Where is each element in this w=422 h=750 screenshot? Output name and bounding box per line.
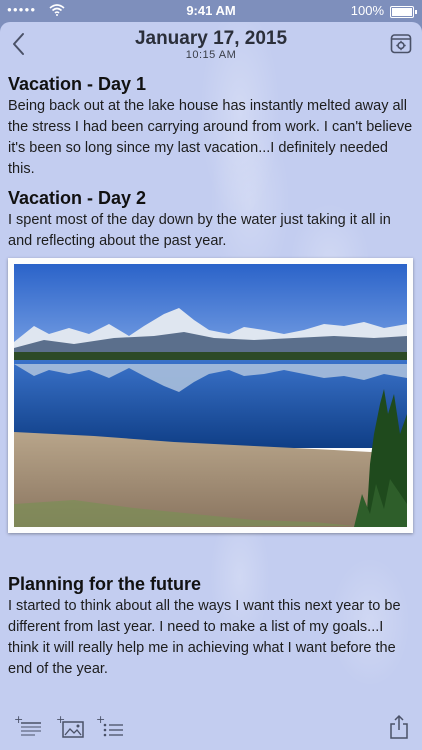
share-button[interactable] [388, 714, 410, 740]
lake-photo[interactable] [14, 264, 407, 527]
entry-3: Planning for the future I started to thi… [8, 572, 414, 686]
entry-title-1[interactable]: Vacation - Day 1 [8, 72, 414, 96]
entry-body-1[interactable]: Being back out at the lake house has ins… [8, 96, 414, 180]
battery-percent: 100% [350, 3, 384, 18]
entry-time: 10:15 AM [185, 49, 237, 61]
add-text-button[interactable]: + [14, 714, 42, 740]
entry-title-2[interactable]: Vacation - Day 2 [8, 186, 414, 210]
journal-page: January 17, 2015 10:15 AM Vacation - Day… [0, 22, 422, 750]
svg-text:+: + [96, 714, 105, 726]
entry-body-2[interactable]: I spent most of the day down by the wate… [8, 210, 414, 252]
status-bar: ●●●●● 9:41 AM 100% [0, 0, 422, 22]
add-photo-button[interactable]: + [56, 714, 84, 740]
svg-text:+: + [14, 714, 23, 726]
photo-frame[interactable] [8, 258, 413, 533]
calendar-settings-button[interactable] [390, 32, 412, 54]
entry-date: January 17, 2015 [134, 28, 288, 49]
entry-body-3[interactable]: I started to think about all the ways I … [8, 596, 414, 680]
entries-top: Vacation - Day 1 Being back out at the l… [8, 72, 414, 258]
entry-title-3[interactable]: Planning for the future [8, 572, 414, 596]
bottom-toolbar: + + + [0, 702, 422, 750]
header: January 17, 2015 10:15 AM [0, 22, 422, 66]
battery-icon [390, 6, 417, 18]
svg-text:+: + [56, 714, 65, 726]
add-list-button[interactable]: + [96, 714, 124, 740]
